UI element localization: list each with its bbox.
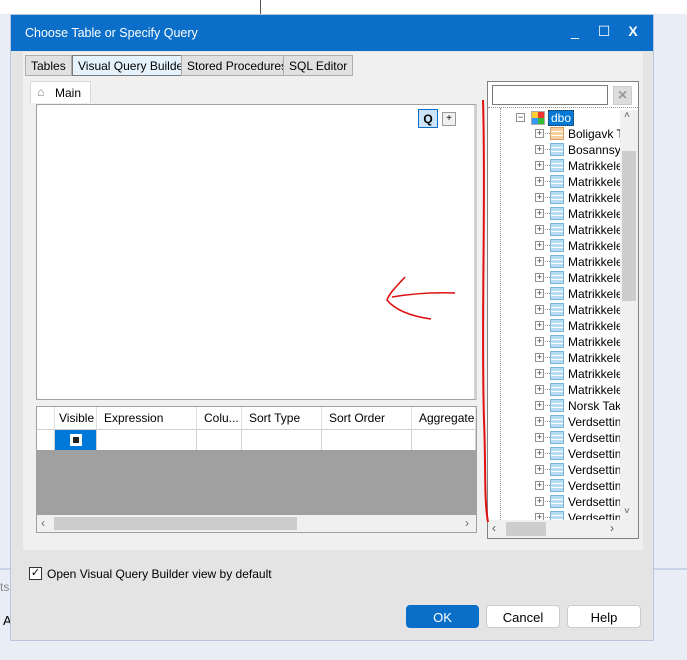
annotation-arrow-shaft [391,291,456,298]
annotation-arrow-head [386,276,432,320]
annotation-line [482,99,489,523]
red-annotation [386,99,489,523]
